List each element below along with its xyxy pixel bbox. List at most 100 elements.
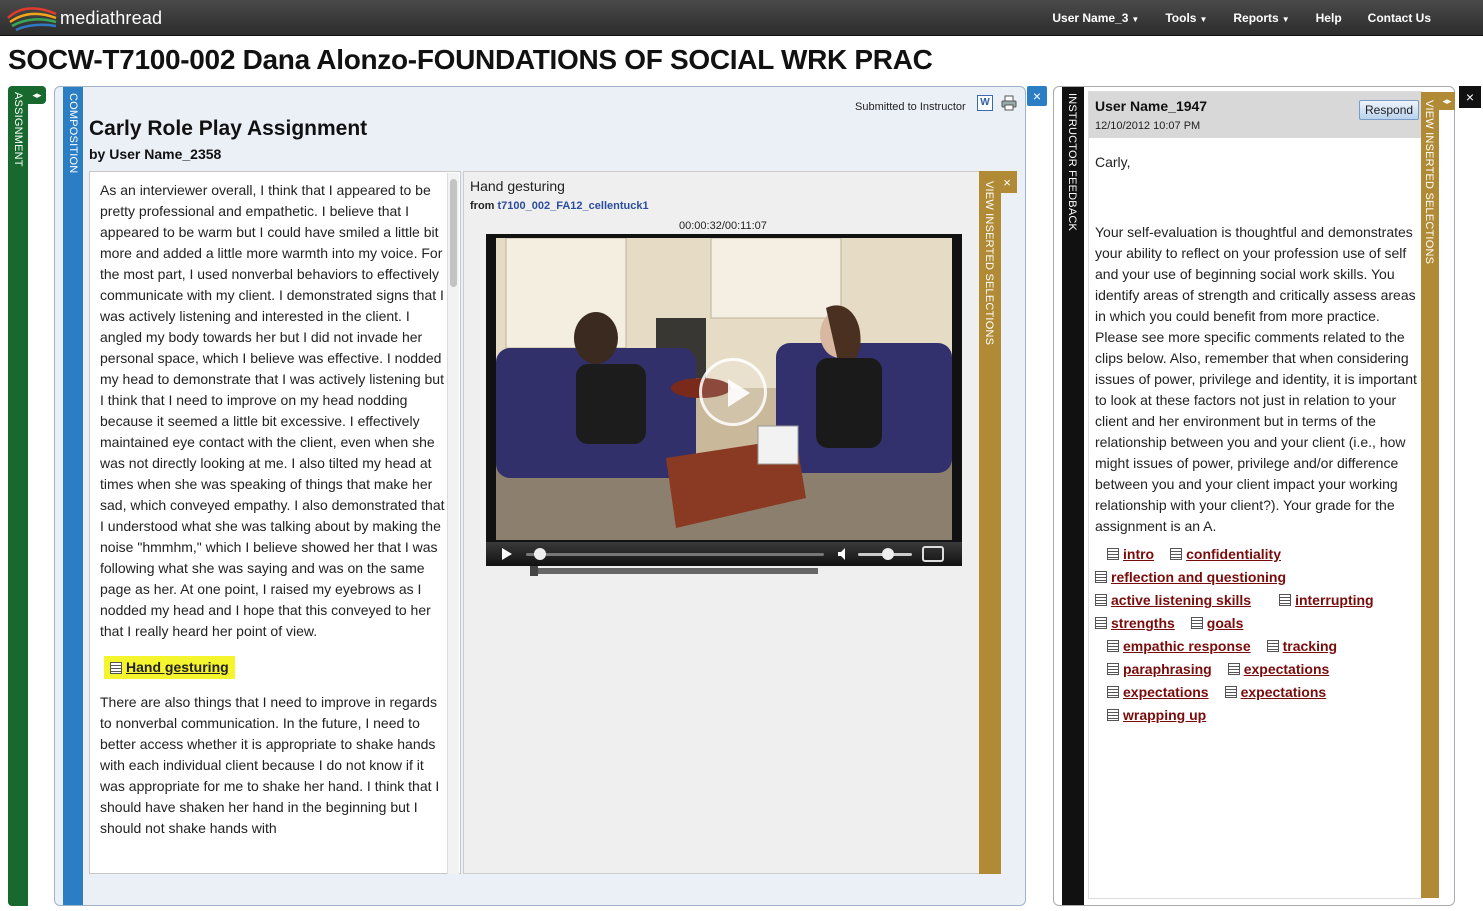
course-title: SOCW-T7100-002 Dana Alonzo-FOUNDATIONS O… xyxy=(8,44,933,75)
film-icon xyxy=(1095,571,1107,583)
film-icon xyxy=(1107,709,1119,721)
clip-source-prefix: from xyxy=(470,200,495,212)
film-icon xyxy=(1227,663,1240,675)
play-overlay-button[interactable] xyxy=(699,358,767,426)
feedback-text: Your self-evaluation is thoughtful and d… xyxy=(1095,224,1417,534)
feedback-clip-link[interactable]: expectations xyxy=(1227,658,1329,680)
composition-tab-label: COMPOSITION xyxy=(67,93,79,174)
tools-menu-label: Tools xyxy=(1165,11,1197,25)
feedback-clip-list: intro confidentiality reflection and quest… xyxy=(1095,543,1425,727)
clip-title: Hand gesturing xyxy=(470,178,565,194)
reports-menu[interactable]: Reports ▼ xyxy=(1233,11,1289,25)
clip-range-bar xyxy=(532,568,818,574)
contact-us-link[interactable]: Contact Us xyxy=(1368,11,1431,25)
user-menu[interactable]: User Name_3 ▼ xyxy=(1052,11,1139,25)
feedback-clip-link[interactable]: expectations xyxy=(1107,681,1209,703)
assignment-panel: ASSIGNMENT ◂▸ xyxy=(0,86,46,906)
film-icon xyxy=(1107,663,1119,675)
feedback-date: 12/10/2012 10:07 PM xyxy=(1095,120,1201,132)
print-icon[interactable] xyxy=(1001,95,1017,111)
feedback-clip-label: reflection and questioning xyxy=(1111,569,1287,585)
expand-collapse-icon[interactable]: ◂▸ xyxy=(1439,92,1455,110)
assignment-title: Carly Role Play Assignment xyxy=(89,117,368,140)
clip-source: from t7100_002_FA12_cellentuck1 xyxy=(470,200,649,212)
feedback-clip-link[interactable]: goals xyxy=(1190,612,1244,634)
feedback-clip-link[interactable]: paraphrasing xyxy=(1107,658,1212,680)
view-inserted-selections-label: VIEW INSERTED SELECTIONS xyxy=(1423,100,1435,265)
film-icon xyxy=(110,661,122,674)
clip-range-marker xyxy=(530,566,538,576)
volume-handle[interactable] xyxy=(881,548,894,560)
feedback-clip-link[interactable]: wrapping up xyxy=(1107,704,1206,726)
feedback-clip-link[interactable]: empathic response xyxy=(1107,635,1251,657)
chevron-down-icon: ▼ xyxy=(1131,15,1140,24)
essay-body: As an interviewer overall, I think that … xyxy=(90,172,460,839)
top-navigation-bar: mediathread User Name_3 ▼ Tools ▼ Reports ▼… xyxy=(0,0,1483,36)
assignment-tab-label: ASSIGNMENT xyxy=(12,92,24,167)
feedback-clip-label: confidentiality xyxy=(1186,546,1282,562)
feedback-greeting: Carly, xyxy=(1095,154,1131,170)
feedback-header: User Name_1947 12/10/2012 10:07 PM Respo… xyxy=(1089,92,1421,138)
feedback-clip-link[interactable]: reflection and questioning xyxy=(1095,566,1286,588)
chevron-down-icon: ▼ xyxy=(1199,15,1208,24)
video-controls xyxy=(486,542,962,566)
instructor-feedback-panel: INSTRUCTOR FEEDBACK User Name_1947 12/10… xyxy=(1053,86,1455,906)
view-inserted-selections-tab[interactable]: VIEW INSERTED SELECTIONS xyxy=(1421,92,1439,898)
media-viewer: Hand gesturing from t7100_002_FA12_celle… xyxy=(463,171,980,874)
feedback-clip-label: active listening skills xyxy=(1111,592,1252,608)
inline-clip-link[interactable]: Hand gesturing xyxy=(104,656,235,679)
clip-source-link[interactable]: t7100_002_FA12_cellentuck1 xyxy=(498,200,649,212)
video-frame xyxy=(496,238,952,540)
essay-scrollbar[interactable] xyxy=(447,173,459,874)
play-icon[interactable] xyxy=(502,548,512,560)
respond-button[interactable]: Respond xyxy=(1359,100,1420,120)
composition-tab[interactable]: COMPOSITION xyxy=(63,87,83,905)
top-nav-menu: User Name_3 ▼ Tools ▼ Reports ▼ Help Contac… xyxy=(1052,0,1431,36)
feedback-clip-link[interactable]: tracking xyxy=(1266,635,1338,657)
close-feedback-button[interactable]: × xyxy=(1459,86,1481,108)
feedback-clip-label: paraphrasing xyxy=(1123,661,1212,677)
close-icon[interactable]: × xyxy=(997,171,1017,193)
film-icon xyxy=(1190,617,1203,629)
feedback-clip-label: goals xyxy=(1206,615,1244,631)
film-icon xyxy=(1279,594,1292,606)
close-composition-button[interactable]: × xyxy=(1027,86,1047,106)
feedback-body: Carly, Your self-evaluation is thoughtfu… xyxy=(1095,152,1425,727)
word-export-icon[interactable]: W xyxy=(977,95,993,111)
essay-editor[interactable]: As an interviewer overall, I think that … xyxy=(89,171,461,874)
feedback-clip-label: expectations xyxy=(1240,684,1327,700)
feedback-clip-link[interactable]: strengths xyxy=(1095,612,1175,634)
essay-paragraph: As an interviewer overall, I think that … xyxy=(100,182,445,639)
feedback-clip-link[interactable]: confidentiality xyxy=(1170,543,1281,565)
scrollbar-thumb[interactable] xyxy=(450,179,457,287)
feedback-author: User Name_1947 xyxy=(1095,98,1208,114)
film-icon xyxy=(1107,548,1119,560)
instructor-feedback-tab-label: INSTRUCTOR FEEDBACK xyxy=(1066,93,1078,232)
feedback-clip-label: wrapping up xyxy=(1123,707,1207,723)
feedback-clip-label: empathic response xyxy=(1123,638,1251,654)
seek-bar[interactable] xyxy=(526,553,824,556)
submission-status: Submitted to Instructor xyxy=(855,101,966,113)
feedback-clip-link[interactable]: interrupting xyxy=(1279,589,1374,611)
feedback-clip-link[interactable]: intro xyxy=(1107,543,1154,565)
inline-clip-label: Hand gesturing xyxy=(126,659,229,675)
feedback-clip-link[interactable]: active listening skills xyxy=(1095,589,1251,611)
feedback-clip-link[interactable]: expectations xyxy=(1224,681,1327,703)
view-inserted-selections-tab[interactable]: VIEW INSERTED SELECTIONS xyxy=(979,171,1001,874)
chevron-down-icon: ▼ xyxy=(1281,15,1290,24)
film-icon xyxy=(1170,548,1183,560)
film-icon xyxy=(1224,686,1237,698)
fullscreen-icon[interactable] xyxy=(922,546,944,562)
app-logo[interactable]: mediathread xyxy=(6,4,162,32)
feedback-clip-label: tracking xyxy=(1282,638,1338,654)
tools-menu[interactable]: Tools ▼ xyxy=(1165,11,1207,25)
seek-handle[interactable] xyxy=(534,548,547,560)
assignment-tab[interactable]: ASSIGNMENT xyxy=(8,86,28,906)
expand-collapse-icon[interactable]: ◂▸ xyxy=(28,86,46,104)
video-player[interactable] xyxy=(486,234,962,566)
feedback-clip-label: interrupting xyxy=(1295,592,1374,608)
help-link[interactable]: Help xyxy=(1316,11,1342,25)
essay-paragraph: There are also things that I need to imp… xyxy=(100,693,440,836)
instructor-feedback-tab[interactable]: INSTRUCTOR FEEDBACK xyxy=(1062,87,1084,905)
volume-icon[interactable] xyxy=(838,548,848,560)
